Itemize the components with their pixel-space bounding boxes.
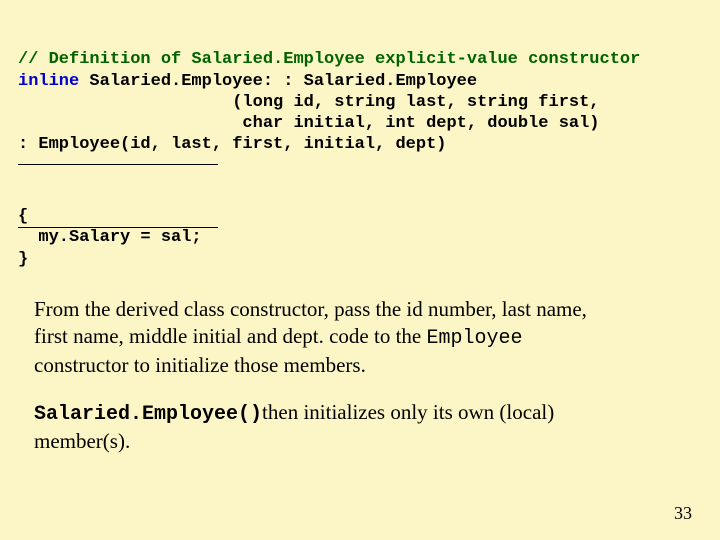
para2-line1: then initializes only its own (local)	[262, 400, 554, 424]
code-body-close: }	[18, 250, 28, 269]
paragraph-1: From the derived class constructor, pass…	[34, 296, 690, 380]
code-line-3: (long id, string last, string first,	[18, 93, 600, 112]
code-line-5: : Employee(id, last, first, initial, dep…	[18, 135, 446, 154]
paragraph-2: Salaried.Employee()then initializes only…	[34, 399, 690, 455]
code-body-rule-lines	[18, 164, 218, 228]
code-block: // Definition of Salaried.Employee expli…	[18, 28, 702, 156]
page-number: 33	[674, 503, 692, 524]
code-body-open: {	[18, 207, 28, 226]
para2-mono: Salaried.Employee()	[34, 403, 262, 426]
code-line-2: Salaried.Employee: : Salaried.Employee	[79, 72, 477, 91]
code-body-block: { my.Salary = sal; }	[18, 164, 702, 270]
code-comment-line: // Definition of Salaried.Employee expli…	[18, 50, 640, 69]
para1-mono-employee: Employee	[426, 327, 522, 350]
para1-line1: From the derived class constructor, pass…	[34, 297, 587, 321]
code-keyword-inline: inline	[18, 72, 79, 91]
slide-page: // Definition of Salaried.Employee expli…	[0, 0, 720, 540]
code-body-stmt: my.Salary = sal;	[18, 228, 202, 247]
para1-line2a: first name, middle initial and dept. cod…	[34, 324, 426, 348]
para2-line2: member(s).	[34, 429, 130, 453]
code-line-4: char initial, int dept, double sal)	[18, 114, 600, 133]
para1-line3: constructor to initialize those members.	[34, 353, 366, 377]
